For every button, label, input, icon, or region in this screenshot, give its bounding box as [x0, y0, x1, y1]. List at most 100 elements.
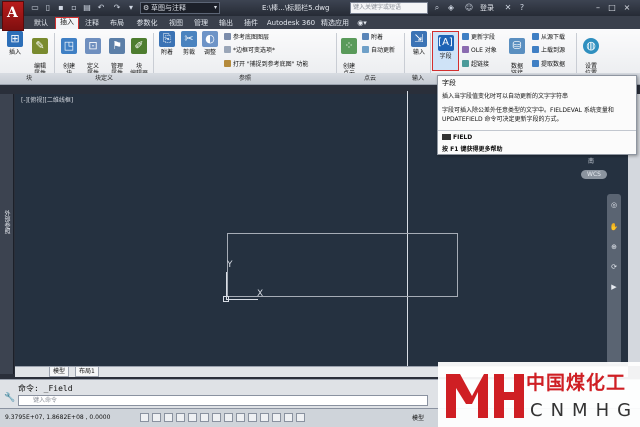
clip-button[interactable]: ✂ 剪裁 [178, 31, 200, 56]
insert-block-button[interactable]: ⊞ 插入 [4, 31, 26, 56]
save-icon[interactable]: ▪ [56, 3, 66, 13]
qat-more-icon[interactable]: ▾ [126, 3, 136, 13]
snap-mode-icon[interactable] [152, 413, 161, 422]
lineweight-icon[interactable] [260, 413, 269, 422]
tooltip-command: FIELD [453, 134, 473, 141]
drawn-rectangle[interactable] [227, 233, 458, 297]
workspace-dropdown[interactable]: ⚙ 草图与注释 ▾ [140, 2, 220, 14]
field-icon: [A] [437, 35, 454, 51]
manage-attribute-button[interactable]: ⚑ 管理 属性 [106, 31, 128, 77]
field-button[interactable]: [A] 字段 [432, 31, 459, 71]
panel-reference[interactable]: 参照 [155, 74, 335, 84]
open-file-icon[interactable]: ▯ [43, 3, 53, 13]
snap-underlay-button[interactable]: 打开 "捕捉到参考底图" 功能 [224, 60, 308, 69]
frame-variable-dropdown[interactable]: *边框可变选项* [224, 46, 275, 55]
zoom-icon[interactable]: ⊕ [609, 242, 619, 252]
showmotion-icon[interactable]: ▶ [609, 282, 619, 292]
redo-icon[interactable]: ↷ [112, 3, 122, 13]
tab-plugins[interactable]: 插件 [240, 17, 262, 29]
field-label: 字段 [439, 53, 452, 60]
print-icon[interactable]: ▤ [82, 3, 92, 13]
ole-object-button[interactable]: OLE 对象 [462, 46, 497, 55]
maximize-icon[interactable]: □ [606, 2, 618, 13]
download-from-source-button[interactable]: 从源下载 [532, 33, 565, 42]
manage-attribute-icon: ⚑ [109, 38, 125, 54]
tab-featured-apps[interactable]: 精选应用 [319, 17, 351, 29]
tab-layout[interactable]: 布局 [106, 17, 128, 29]
model-space-button[interactable]: 模型 [412, 413, 424, 422]
application-menu-button[interactable]: A [2, 1, 24, 31]
create-pointcloud-button[interactable]: ⁘ 创建 点云 [338, 31, 360, 77]
hyperlink-button[interactable]: 超链接 [462, 60, 489, 69]
external-references-palette[interactable]: 外部参照 [0, 94, 14, 374]
object-snap-icon[interactable] [200, 413, 209, 422]
infer-constraints-icon[interactable] [140, 413, 149, 422]
login-link[interactable]: 登录 [480, 3, 494, 13]
user-icon[interactable]: ☺ [464, 3, 474, 13]
block-editor-button[interactable]: ✐ 块 编辑器 [128, 31, 150, 77]
underlay-layers-button[interactable]: 参考底图图层 [224, 33, 269, 42]
search-input[interactable]: 键入关键字或短语 [350, 2, 428, 14]
tab-view[interactable]: 视图 [165, 17, 187, 29]
edit-attribute-button[interactable]: ✎ 编辑 属性 [29, 31, 51, 77]
attach-button[interactable]: ⎘ 附着 [156, 31, 178, 56]
command-input[interactable]: 键入命令 [18, 395, 428, 406]
auto-update-label: 自动更新 [371, 47, 396, 54]
grid-display-icon[interactable] [164, 413, 173, 422]
quick-properties-icon[interactable] [284, 413, 293, 422]
attach-icon: ⎘ [159, 31, 175, 47]
set-location-button[interactable]: ◍ 设置 位置 [580, 31, 602, 77]
save-as-icon[interactable]: ▫ [69, 3, 79, 13]
3d-object-snap-icon[interactable] [212, 413, 221, 422]
help-icon[interactable]: ? [517, 3, 527, 13]
panel-block-definition[interactable]: 块定义 [56, 74, 152, 84]
extract-data-button[interactable]: 提取数据 [532, 60, 565, 69]
ortho-mode-icon[interactable] [176, 413, 185, 422]
exchange-icon[interactable]: ✕ [503, 3, 513, 13]
tab-annotate[interactable]: 注释 [81, 17, 103, 29]
pointcloud-attach-button[interactable]: 附着 [362, 33, 383, 42]
tab-layout1[interactable]: 布局1 [75, 367, 99, 377]
data-link-button[interactable]: ⛁ 数据 链接 [506, 31, 528, 77]
wrench-icon[interactable]: 🔧 [4, 393, 16, 405]
clip-label: 剪裁 [182, 49, 195, 56]
auto-update-button[interactable]: 自动更新 [362, 46, 395, 55]
object-snap-tracking-icon[interactable] [224, 413, 233, 422]
search-icon[interactable]: ⌕ [432, 3, 442, 13]
orbit-icon[interactable]: ⟳ [609, 262, 619, 272]
tab-manage[interactable]: 管理 [190, 17, 212, 29]
upload-to-source-button[interactable]: 上载到源 [532, 46, 565, 55]
create-block-button[interactable]: ◳ 创建 块 [58, 31, 80, 77]
tab-insert[interactable]: 插入 [55, 17, 79, 29]
dynamic-ucs-icon[interactable] [236, 413, 245, 422]
ribbon-tab-bar: 默认 插入 注释 布局 参数化 视图 管理 输出 插件 Autodesk 360… [0, 16, 640, 29]
tab-parametric[interactable]: 参数化 [131, 17, 163, 29]
selection-cycling-icon[interactable] [296, 413, 305, 422]
viewport-controls[interactable]: [-][俯视][二维线框] [21, 95, 73, 104]
panel-block[interactable]: 块 [4, 74, 54, 84]
define-attribute-button[interactable]: ⊡ 定义 属性 [82, 31, 104, 77]
polar-tracking-icon[interactable] [188, 413, 197, 422]
panel-pointcloud[interactable]: 点云 [338, 74, 402, 84]
tab-autodesk-360[interactable]: Autodesk 360 [266, 17, 316, 29]
import-button[interactable]: ⇲ 输入 [408, 31, 430, 56]
dynamic-input-icon[interactable] [248, 413, 257, 422]
workspace-label: 草图与注释 [151, 4, 186, 12]
steering-wheel-icon[interactable]: ◎ [609, 200, 619, 210]
undo-icon[interactable]: ↶ [96, 3, 106, 13]
close-icon[interactable]: × [621, 2, 633, 13]
wcs-dropdown[interactable]: WCS [581, 170, 607, 179]
tab-default[interactable]: 默认 [30, 17, 52, 29]
viewcube-south-label[interactable]: 南 [588, 156, 594, 165]
tab-model[interactable]: 模型 [49, 367, 70, 377]
pan-icon[interactable]: ✋ [609, 222, 619, 232]
new-file-icon[interactable]: ▭ [30, 3, 40, 13]
tab-more-icon[interactable]: ◉▾ [355, 17, 369, 29]
panel-import[interactable]: 输入 [404, 74, 432, 84]
tab-output[interactable]: 输出 [215, 17, 237, 29]
transparency-icon[interactable] [272, 413, 281, 422]
update-fields-button[interactable]: 更新字段 [462, 33, 495, 42]
minimize-icon[interactable]: – [592, 2, 604, 13]
subscription-icon[interactable]: ◈ [446, 3, 456, 13]
adjust-button[interactable]: ◐ 调整 [199, 31, 221, 56]
